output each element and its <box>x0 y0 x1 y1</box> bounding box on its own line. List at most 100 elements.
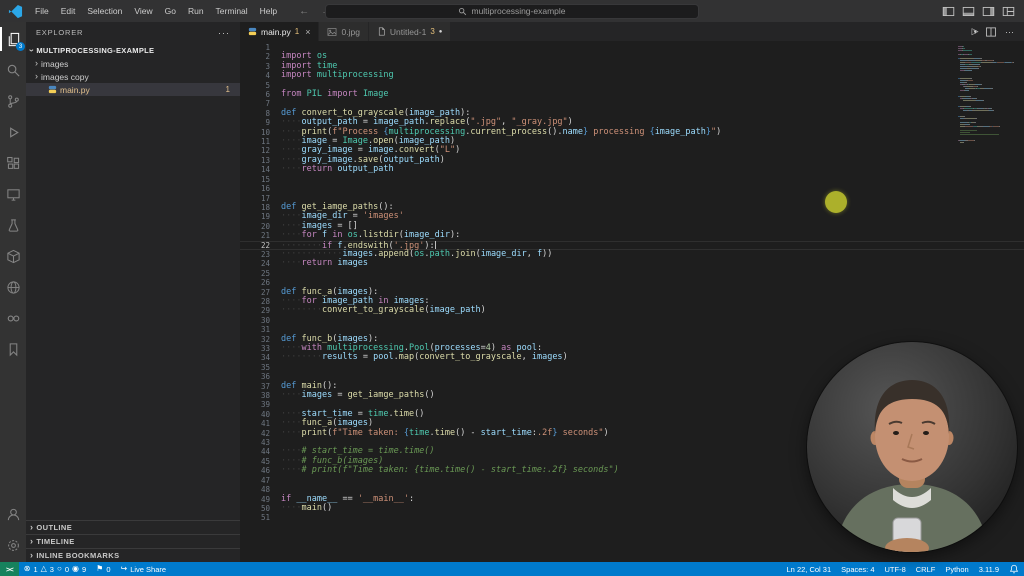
sidebar-title: EXPLORER <box>36 28 84 37</box>
code-line[interactable]: 6 from PIL import Image <box>240 89 1024 99</box>
search-sidebar-icon[interactable] <box>0 58 26 82</box>
tree-item-images[interactable]: › images <box>26 57 240 70</box>
image-file-icon <box>328 27 337 36</box>
minimap[interactable] <box>958 44 1020 146</box>
problems-indicator[interactable]: ⊗ 1 △ 3 ○ 0 ◉ 9 <box>19 562 91 576</box>
code-line[interactable]: 4 import multiprocessing <box>240 71 1024 81</box>
root-folder-label: MULTIPROCESSING-EXAMPLE <box>36 45 155 55</box>
search-icon <box>459 7 467 15</box>
file-label: main.py <box>60 84 90 95</box>
run-button[interactable]: ▷▾ <box>972 26 979 37</box>
file-problem-badge: 1 <box>225 85 230 94</box>
bookmarks-icon[interactable] <box>0 337 26 361</box>
code-line[interactable]: 21 ····for f in os.listdir(image_dir): <box>240 230 1024 240</box>
explorer-more-icon[interactable]: ··· <box>218 28 230 38</box>
folder-label: images <box>41 58 69 69</box>
mouse-highlight <box>825 191 847 213</box>
language-label: Python <box>945 564 969 574</box>
layout-icon[interactable] <box>1002 5 1015 18</box>
python-interpreter[interactable]: 3.11.9 <box>974 562 1004 576</box>
bookmark-count: 0 <box>106 564 111 574</box>
section-outline[interactable]: › OUTLINE <box>26 520 240 534</box>
code-line[interactable]: 30 <box>240 316 1024 325</box>
activity-bar: 3 <box>0 22 26 562</box>
code-line[interactable]: 29 ········convert_to_grayscale(image_pat… <box>240 306 1024 316</box>
live-share-globe-icon[interactable] <box>0 275 26 299</box>
bell-icon <box>1009 564 1019 574</box>
indentation[interactable]: Spaces: 4 <box>836 562 879 576</box>
code-line[interactable]: 16 <box>240 184 1024 193</box>
section-inline-bookmarks[interactable]: › INLINE BOOKMARKS <box>26 548 240 562</box>
live-share-button[interactable]: ↪ Live Share <box>115 562 171 576</box>
bookmarks-status[interactable]: ⚑ 0 <box>91 562 115 576</box>
tree-root-folder[interactable]: › MULTIPROCESSING-EXAMPLE <box>26 43 240 57</box>
language-mode[interactable]: Python <box>940 562 973 576</box>
python-file-icon <box>48 85 57 94</box>
presenter-video <box>807 342 1017 552</box>
run-debug-icon[interactable] <box>0 120 26 144</box>
tab-label: main.py <box>261 26 291 37</box>
vscode-window: File Edit Selection View Go Run Terminal… <box>0 0 1024 576</box>
folder-label: images copy <box>41 71 89 82</box>
tab-label: 0.jpg <box>341 26 360 37</box>
section-timeline[interactable]: › TIMELINE <box>26 534 240 548</box>
panel-left-icon[interactable] <box>942 5 955 18</box>
command-center-search[interactable]: multiprocessing-example <box>325 3 699 19</box>
settings-gear-icon[interactable] <box>0 533 26 557</box>
source-control-icon[interactable] <box>0 89 26 113</box>
menu-terminal[interactable]: Terminal <box>210 0 254 22</box>
menu-help[interactable]: Help <box>254 0 283 22</box>
eol-sequence[interactable]: CRLF <box>911 562 941 576</box>
tree-item-main-py[interactable]: main.py 1 <box>26 83 240 96</box>
menu-run[interactable]: Run <box>182 0 210 22</box>
testing-icon[interactable] <box>0 213 26 237</box>
dirty-dot-icon[interactable]: ● <box>439 29 443 35</box>
chevron-down-icon: › <box>27 48 38 52</box>
menu-file[interactable]: File <box>29 0 55 22</box>
error-count: 1 <box>33 564 38 574</box>
code-line[interactable]: 1 <box>240 43 1024 52</box>
spaces-label: Spaces: 4 <box>841 564 875 574</box>
webcam-overlay <box>807 342 1017 552</box>
code-line[interactable]: 2 import os <box>240 52 1024 62</box>
code-line[interactable]: 15 <box>240 175 1024 184</box>
cursor-position[interactable]: Ln 22, Col 31 <box>782 562 837 576</box>
extensions-icon[interactable] <box>0 151 26 175</box>
menu-edit[interactable]: Edit <box>55 0 82 22</box>
vscode-logo <box>8 4 23 18</box>
menu-go[interactable]: Go <box>159 0 182 22</box>
close-icon[interactable]: × <box>305 27 310 37</box>
notifications-bell[interactable] <box>1004 562 1024 576</box>
caret-down-icon: ▾ <box>973 29 977 36</box>
tree-item-images-copy[interactable]: › images copy <box>26 70 240 83</box>
remote-indicator[interactable]: >< <box>0 562 19 576</box>
encoding-label: UTF-8 <box>884 564 906 574</box>
remote-explorer-icon[interactable] <box>0 182 26 206</box>
code-line[interactable]: 25 <box>240 269 1024 278</box>
encoding[interactable]: UTF-8 <box>880 562 911 576</box>
account-icon[interactable] <box>0 502 26 526</box>
tab-untitled-1[interactable]: Untitled-1 3 ● <box>368 22 452 41</box>
line-col-label: Ln 22, Col 31 <box>786 564 832 574</box>
tab-bar: main.py 1 × 0.jpg Untitled-1 3 ● ▷▾ ··· <box>240 22 1024 41</box>
python-file-icon <box>248 27 257 36</box>
package-icon[interactable] <box>0 244 26 268</box>
menu-view[interactable]: View <box>128 0 158 22</box>
code-line[interactable]: 24 ····return images <box>240 259 1024 269</box>
panel-bottom-icon[interactable] <box>962 5 975 18</box>
search-text: multiprocessing-example <box>471 6 566 16</box>
flag-icon: ⚑ <box>96 564 104 573</box>
split-editor-icon[interactable] <box>985 26 997 38</box>
menu-selection[interactable]: Selection <box>81 0 128 22</box>
explorer-icon[interactable]: 3 <box>0 27 26 51</box>
back-icon[interactable]: ← <box>299 6 309 17</box>
tab-main-py[interactable]: main.py 1 × <box>240 22 320 41</box>
code-line[interactable]: 14 ····return output_path <box>240 165 1024 175</box>
warning-icon: △ <box>40 564 47 573</box>
panel-right-icon[interactable] <box>982 5 995 18</box>
explorer-sidebar: EXPLORER ··· › MULTIPROCESSING-EXAMPLE ›… <box>26 22 240 562</box>
tab-0-jpg[interactable]: 0.jpg <box>319 22 369 41</box>
editor-more-icon[interactable]: ··· <box>1005 27 1014 37</box>
infinity-icon[interactable] <box>0 306 26 330</box>
chevron-right-icon: › <box>30 550 34 560</box>
